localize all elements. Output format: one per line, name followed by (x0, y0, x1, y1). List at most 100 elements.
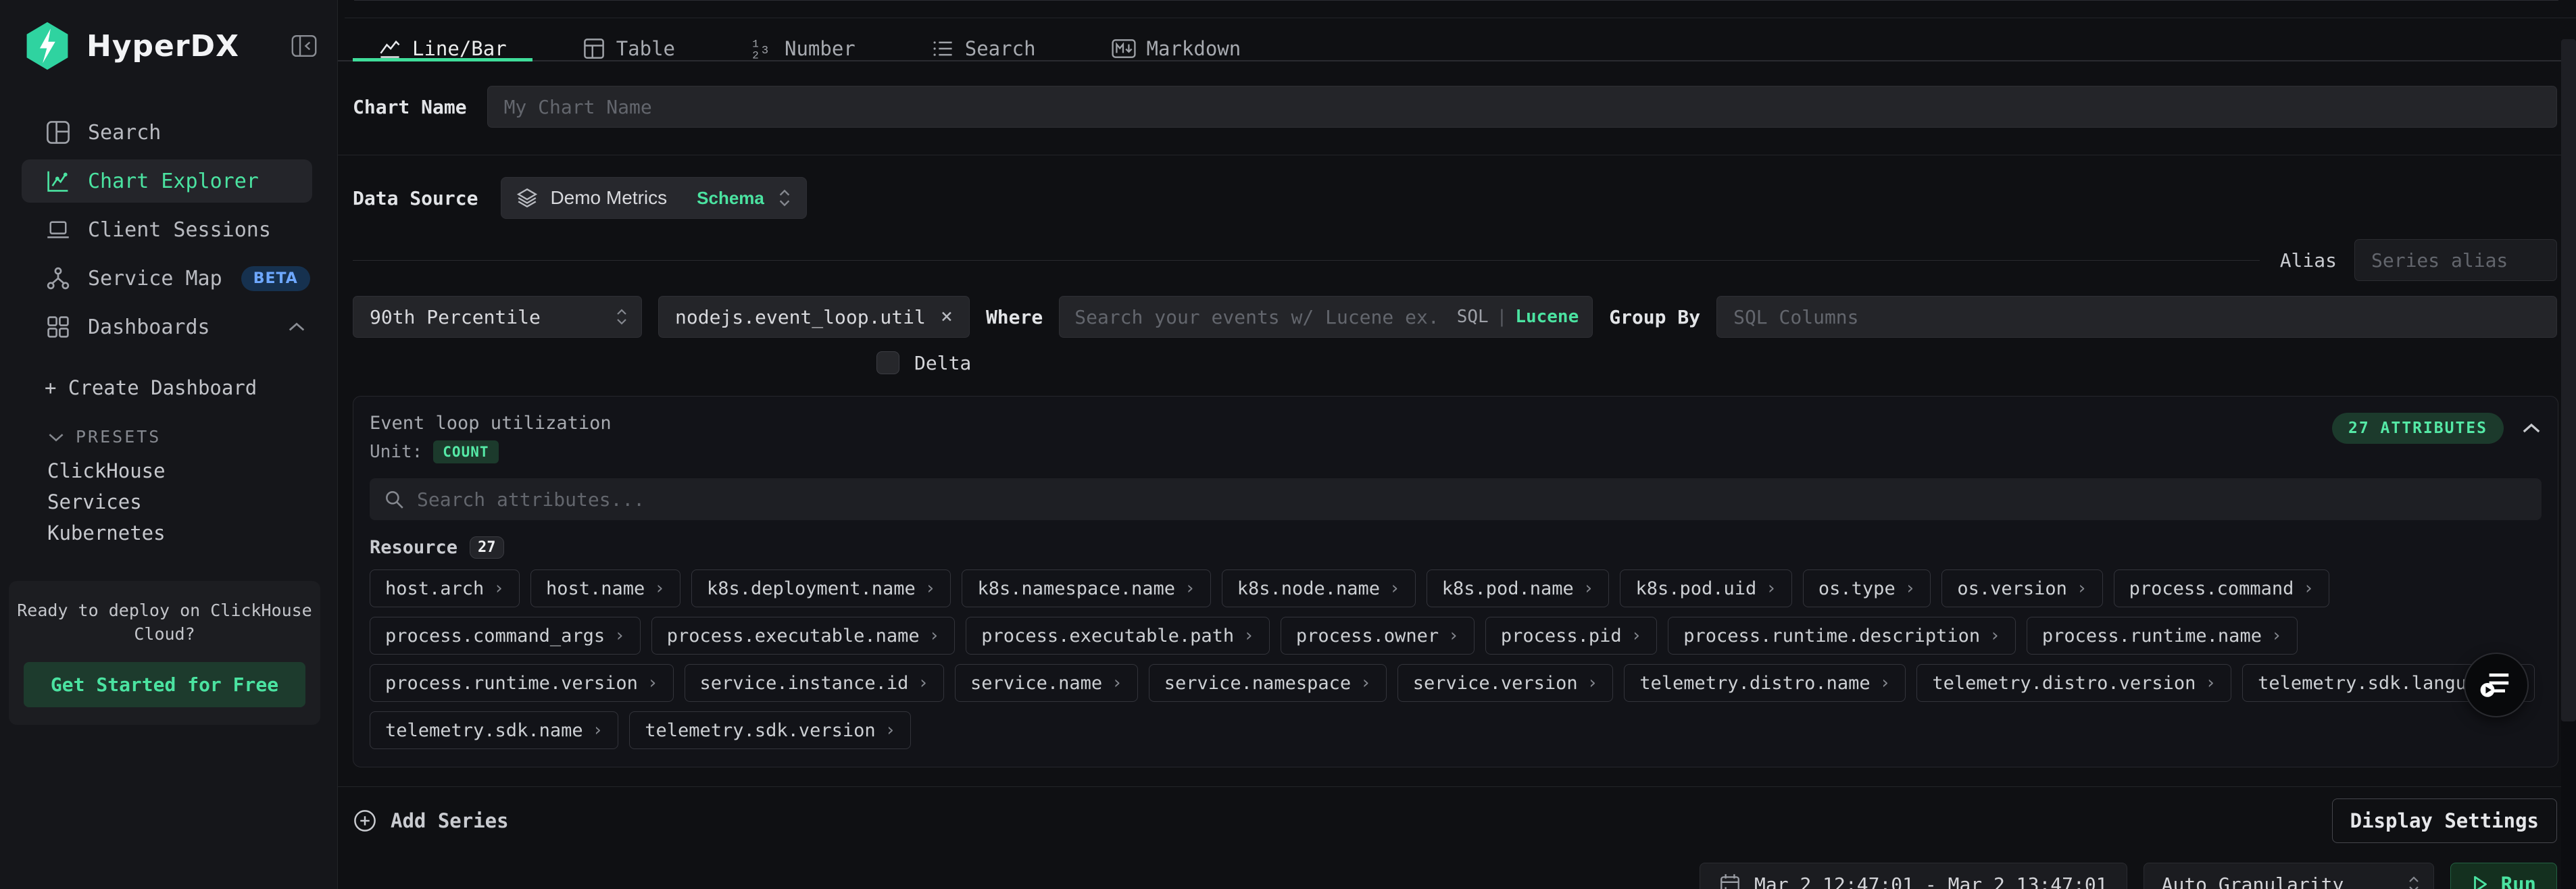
sidebar-collapse-icon[interactable] (291, 34, 317, 57)
attribute-chip[interactable]: k8s.pod.name › (1427, 569, 1610, 607)
display-settings-button[interactable]: Display Settings (2332, 798, 2557, 843)
table-icon (583, 37, 605, 60)
attribute-chip[interactable]: process.owner › (1281, 617, 1475, 655)
alias-row: Alias (338, 239, 2576, 281)
scrollbar[interactable] (2561, 39, 2576, 889)
attribute-chip[interactable]: telemetry.distro.name › (1624, 664, 1906, 702)
attribute-chip[interactable]: os.type › (1803, 569, 1931, 607)
create-dashboard-button[interactable]: + Create Dashboard (0, 373, 337, 403)
attribute-chip[interactable]: os.version › (1941, 569, 2102, 607)
chevron-right-icon: › (925, 578, 936, 599)
attribute-chip[interactable]: k8s.node.name › (1222, 569, 1416, 607)
tab-line-bar[interactable]: Line/Bar (353, 37, 532, 60)
attribute-chips: host.arch › host.name › k8s.deployment.n… (370, 569, 2542, 749)
sidebar-item-client-sessions[interactable]: Client Sessions (0, 208, 337, 251)
where-search-input[interactable] (1060, 306, 1456, 328)
attribute-chip[interactable]: service.name › (955, 664, 1138, 702)
tab-table[interactable]: Table (557, 37, 701, 60)
chevron-right-icon: › (1905, 578, 1916, 599)
attribute-chip[interactable]: host.arch › (370, 569, 520, 607)
chevron-up-icon[interactable] (2521, 422, 2542, 434)
delta-checkbox[interactable] (876, 351, 899, 374)
preset-item[interactable]: Kubernetes (0, 517, 337, 549)
chevron-right-icon: › (614, 626, 625, 646)
footer-controls: Mar 2 12:47:01 - Mar 2 13:47:01 Auto Gra… (338, 863, 2576, 889)
metric-field-chip[interactable]: nodejs.event_loop.util × (658, 296, 970, 338)
chart-name-label: Chart Name (353, 96, 467, 118)
sql-option[interactable]: SQL (1457, 307, 1489, 327)
chart-name-input[interactable] (487, 86, 2557, 128)
attribute-chip[interactable]: process.executable.name › (651, 617, 956, 655)
attribute-chip[interactable]: k8s.namespace.name › (962, 569, 1210, 607)
sidebar-item-dashboards[interactable]: Dashboards (0, 305, 337, 349)
line-chart-icon (46, 169, 70, 193)
preset-item[interactable]: Services (0, 486, 337, 517)
attribute-chip[interactable]: service.namespace › (1149, 664, 1387, 702)
svg-text:3: 3 (762, 45, 768, 57)
delta-label: Delta (914, 352, 971, 374)
scrollbar-thumb[interactable] (2561, 39, 2576, 721)
attribute-chip[interactable]: process.runtime.name › (2027, 617, 2298, 655)
attribute-chip[interactable]: telemetry.sdk.name › (370, 711, 618, 749)
granularity-select[interactable]: Auto Granularity (2144, 863, 2434, 889)
group-by-label: Group By (1609, 306, 1700, 328)
attribute-chip[interactable]: host.name › (530, 569, 680, 607)
tab-search[interactable]: Search (906, 37, 1062, 60)
sidebar-item-label: Service Map (88, 267, 222, 290)
tab-number[interactable]: 1 2 3 Number (725, 37, 881, 60)
calendar-icon (1719, 873, 1741, 889)
magnifier-icon (383, 488, 405, 510)
attribute-chip[interactable]: process.pid › (1485, 617, 1657, 655)
presets-header[interactable]: PRESETS (0, 423, 337, 450)
chevron-right-icon: › (1587, 673, 1598, 693)
app-title: HyperDX (86, 29, 239, 63)
svg-text:2: 2 (752, 50, 759, 60)
chevron-right-icon: › (1583, 578, 1594, 599)
schema-link[interactable]: Schema (697, 188, 764, 209)
attribute-chip[interactable]: process.executable.path › (966, 617, 1270, 655)
attribute-chip[interactable]: k8s.pod.uid › (1620, 569, 1791, 607)
attribute-chip[interactable]: process.runtime.description › (1668, 617, 2016, 655)
chevron-right-icon: › (2205, 673, 2216, 693)
chevron-right-icon: › (1112, 673, 1122, 693)
add-series-button[interactable]: Add Series (353, 809, 509, 833)
attribute-chip[interactable]: process.command › (2114, 569, 2330, 607)
attribute-chip[interactable]: telemetry.sdk.version › (629, 711, 911, 749)
chart-type-tabs: Line/Bar Table 1 2 3 Number (338, 37, 2576, 61)
get-started-button[interactable]: Get Started for Free (24, 662, 305, 707)
tab-markdown[interactable]: Markdown (1086, 37, 1267, 60)
date-range-picker[interactable]: Mar 2 12:47:01 - Mar 2 13:47:01 (1700, 863, 2127, 889)
sidebar-item-chart-explorer[interactable]: Chart Explorer (22, 159, 312, 203)
unit-label: Unit: (370, 442, 422, 462)
sidebar-item-label: Search (88, 121, 161, 145)
clickhouse-cloud-promo-card: Ready to deploy on ClickHouse Cloud? Get… (9, 581, 320, 725)
attribute-chip[interactable]: telemetry.distro.version › (1916, 664, 2231, 702)
group-by-input[interactable] (1716, 296, 2557, 338)
chevron-right-icon: › (647, 673, 658, 693)
attribute-chip[interactable]: service.instance.id › (685, 664, 945, 702)
preset-item[interactable]: ClickHouse (0, 455, 337, 486)
sidebar-item-service-map[interactable]: Service Map BETA (0, 257, 337, 300)
chevron-right-icon: › (1389, 578, 1400, 599)
attribute-chip[interactable]: process.runtime.version › (370, 664, 674, 702)
sidebar-item-label: Dashboards (88, 315, 210, 339)
attribute-chip[interactable]: k8s.deployment.name › (691, 569, 951, 607)
help-widget-button[interactable] (2464, 653, 2529, 717)
attribute-chip[interactable]: service.version › (1397, 664, 1614, 702)
aggregation-select[interactable]: 90th Percentile (353, 296, 642, 338)
remove-metric-icon[interactable]: × (941, 307, 953, 327)
attributes-search-input[interactable] (417, 488, 2528, 511)
attribute-chip[interactable]: process.command_args › (370, 617, 641, 655)
laptop-icon (46, 218, 70, 241)
run-button[interactable]: Run (2450, 863, 2557, 889)
alias-input[interactable] (2354, 239, 2557, 281)
data-source-select[interactable]: Demo Metrics Schema (501, 177, 806, 219)
chevron-updown-icon (2406, 874, 2421, 889)
lucene-option[interactable]: Lucene (1515, 307, 1579, 327)
delta-row: Delta (876, 351, 2576, 374)
app-root: HyperDX Search (0, 0, 2576, 889)
list-search-icon (931, 37, 954, 60)
sql-lucene-toggle[interactable]: SQL | Lucene (1457, 307, 1579, 327)
chevron-right-icon: › (1448, 626, 1459, 646)
sidebar-item-search[interactable]: Search (0, 111, 337, 154)
